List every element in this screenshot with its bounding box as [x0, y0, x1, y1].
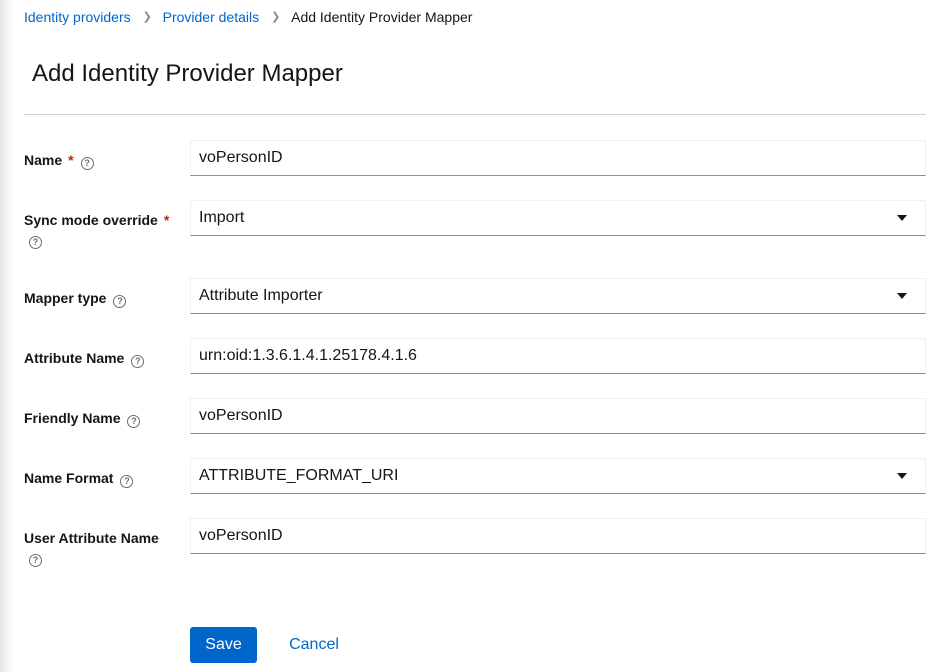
required-marker: * — [68, 152, 74, 168]
divider — [24, 114, 926, 115]
save-button[interactable]: Save — [190, 627, 257, 663]
sync-mode-label-text: Sync mode override — [24, 212, 158, 228]
name-format-label-text: Name Format — [24, 470, 114, 486]
chevron-right-icon: ❯ — [142, 11, 152, 23]
user-attribute-name-label: User Attribute Name ? — [24, 528, 184, 567]
sync-mode-value: Import — [199, 209, 245, 226]
attribute-name-label-text: Attribute Name — [24, 350, 125, 366]
help-icon[interactable]: ? — [131, 355, 145, 368]
help-icon[interactable]: ? — [120, 475, 134, 488]
attribute-name-input[interactable] — [190, 338, 926, 374]
caret-down-icon — [897, 215, 907, 221]
name-format-select[interactable]: ATTRIBUTE_FORMAT_URI — [190, 458, 926, 494]
name-input-field[interactable] — [199, 141, 925, 175]
friendly-name-label-text: Friendly Name — [24, 410, 121, 426]
mapper-type-label-text: Mapper type — [24, 290, 107, 306]
breadcrumb-current: Add Identity Provider Mapper — [291, 9, 473, 25]
help-icon[interactable]: ? — [29, 554, 42, 567]
name-input[interactable] — [190, 140, 926, 176]
page-title: Add Identity Provider Mapper — [32, 60, 343, 87]
user-attribute-name-input-field[interactable] — [199, 519, 925, 553]
name-format-label: Name Format? — [24, 468, 184, 488]
required-marker: * — [163, 212, 170, 228]
friendly-name-input[interactable] — [190, 398, 926, 434]
name-label-text: Name — [24, 152, 63, 168]
caret-down-icon — [897, 473, 907, 479]
help-icon[interactable]: ? — [113, 295, 127, 308]
sync-mode-label: Sync mode override * ? — [24, 210, 184, 249]
breadcrumb-provider-details[interactable]: Provider details — [163, 8, 260, 26]
mapper-type-select[interactable]: Attribute Importer — [190, 278, 926, 314]
cancel-button[interactable]: Cancel — [278, 627, 350, 663]
page: Identity providers ❯ Provider details ❯ … — [0, 0, 938, 672]
attribute-name-label: Attribute Name? — [24, 348, 184, 368]
name-format-value: ATTRIBUTE_FORMAT_URI — [199, 467, 399, 484]
user-attribute-name-label-text: User Attribute Name — [24, 530, 159, 546]
breadcrumb: Identity providers ❯ Provider details ❯ … — [24, 8, 472, 26]
help-icon[interactable]: ? — [127, 415, 141, 428]
sidebar-shadow — [0, 0, 14, 672]
help-icon[interactable]: ? — [80, 157, 94, 170]
mapper-type-value: Attribute Importer — [199, 287, 323, 304]
breadcrumb-identity-providers[interactable]: Identity providers — [24, 8, 131, 26]
chevron-right-icon: ❯ — [271, 11, 281, 23]
name-label: Name *? — [24, 150, 184, 170]
sync-mode-select[interactable]: Import — [190, 200, 926, 236]
friendly-name-label: Friendly Name? — [24, 408, 184, 428]
user-attribute-name-input[interactable] — [190, 518, 926, 554]
help-icon[interactable]: ? — [29, 236, 42, 249]
caret-down-icon — [897, 293, 907, 299]
attribute-name-input-field[interactable] — [199, 339, 925, 373]
mapper-type-label: Mapper type? — [24, 288, 184, 308]
friendly-name-input-field[interactable] — [199, 399, 925, 433]
